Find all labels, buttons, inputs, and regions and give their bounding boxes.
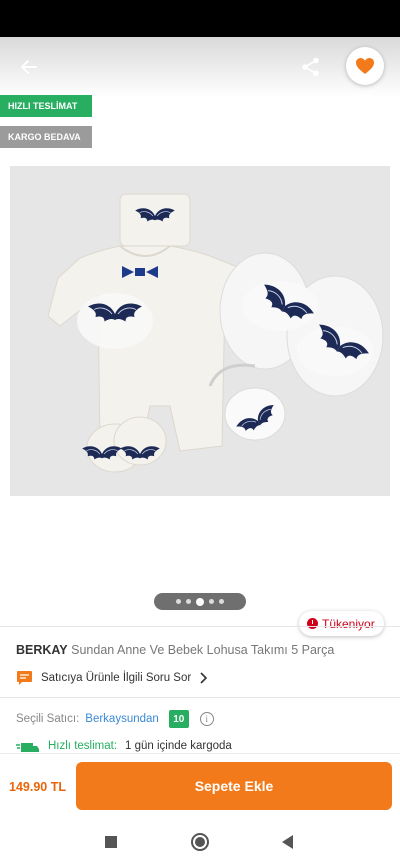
favorite-button[interactable] (346, 47, 384, 85)
free-cargo-badge: KARGO BEDAVA (0, 126, 92, 148)
product-photo-illustration (10, 166, 390, 496)
clock-icon (307, 618, 318, 629)
seller-info: Seçili Satıcı: Berkaysundan 10 i (16, 710, 214, 728)
seller-score-badge: 10 (168, 710, 189, 728)
divider (0, 626, 400, 627)
product-title: BERKAY Sundan Anne Ve Bebek Lohusa Takım… (16, 643, 334, 657)
system-back-icon[interactable] (282, 835, 293, 849)
chat-icon (17, 671, 32, 685)
back-arrow-icon (21, 60, 37, 74)
home-icon[interactable] (191, 833, 209, 851)
shipping-text: 1 gün içinde kargoda (125, 740, 232, 752)
share-icon (302, 57, 319, 77)
pager-dot-active[interactable] (196, 597, 204, 606)
truck-icon (16, 743, 39, 752)
pager-dot[interactable] (176, 599, 181, 604)
stock-status-badge: Tükeniyor (299, 611, 384, 636)
recents-icon[interactable] (105, 836, 117, 848)
ask-seller-link[interactable]: Satıcıya Ürünle İlgili Soru Sor (16, 670, 208, 686)
pager-dot[interactable] (209, 599, 214, 604)
seller-label: Seçili Satıcı: (16, 713, 80, 725)
stock-status-text: Tükeniyor (322, 616, 375, 631)
status-bar (0, 0, 400, 37)
pager-dot[interactable] (219, 599, 224, 604)
product-name: Sundan Anne Ve Bebek Lohusa Takımı 5 Par… (71, 643, 335, 657)
price: 149.90 TL (9, 780, 66, 794)
ask-seller-text: Satıcıya Ürünle İlgili Soru Sor (41, 672, 192, 684)
shipping-info: Hızlı teslimat: 1 gün içinde kargoda (16, 740, 232, 752)
header-background (0, 37, 400, 97)
divider (0, 697, 400, 698)
info-icon[interactable]: i (199, 712, 214, 726)
product-image[interactable] (10, 166, 390, 496)
share-button[interactable] (296, 52, 326, 82)
system-nav-bar (0, 821, 400, 866)
back-button[interactable] (14, 52, 44, 82)
add-to-cart-button[interactable]: Sepete Ekle (76, 762, 392, 810)
heart-icon (356, 58, 374, 74)
purchase-bar: 149.90 TL Sepete Ekle (0, 753, 400, 821)
pager-dot[interactable] (186, 599, 191, 604)
fast-delivery-badge: HIZLI TESLİMAT (0, 95, 92, 117)
shipping-label: Hızlı teslimat: (48, 740, 118, 752)
brand-name[interactable]: BERKAY (16, 643, 68, 657)
chevron-right-icon (200, 672, 208, 684)
image-pager[interactable] (154, 593, 246, 610)
seller-name-link[interactable]: Berkaysundan (85, 713, 159, 725)
